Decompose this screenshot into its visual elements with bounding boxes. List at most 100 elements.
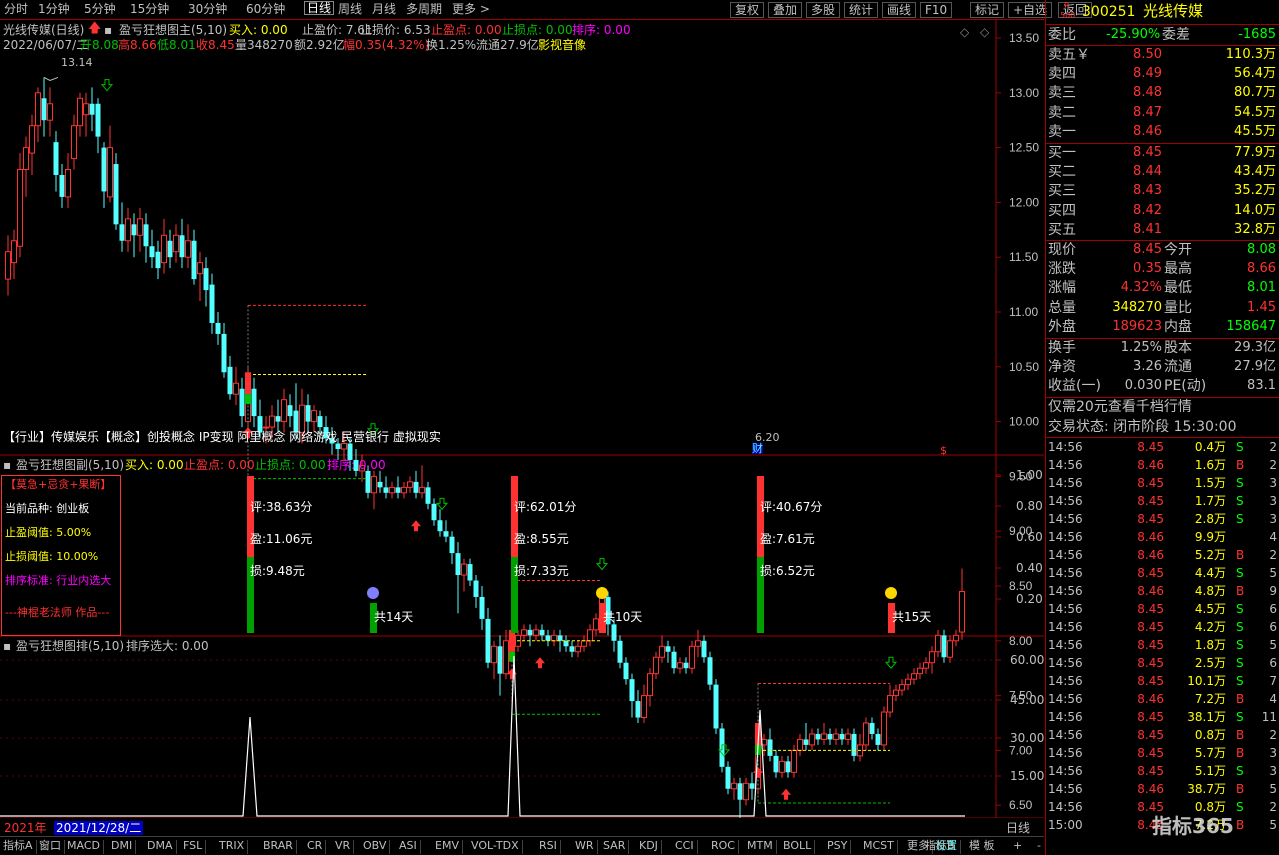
period-tab-9[interactable]: 多周期 bbox=[406, 3, 442, 15]
tick-side: B bbox=[1236, 584, 1245, 598]
sub1-axis-label: 0.60 bbox=[1016, 530, 1043, 544]
indicator-tab-4[interactable]: DMA bbox=[144, 840, 177, 854]
candle-body bbox=[671, 651, 677, 669]
period-tab-6[interactable]: 日线 bbox=[304, 1, 335, 15]
tool-button-1[interactable]: 叠加 bbox=[768, 2, 803, 18]
indicator-tab-2[interactable]: MACD bbox=[64, 840, 104, 854]
indicator-tab-1[interactable]: 窗口 bbox=[36, 840, 65, 854]
indicator-right-0[interactable]: 指标B bbox=[922, 840, 958, 851]
sub2-axis-label: 30.00 bbox=[1010, 731, 1044, 745]
sub2-settings-icon[interactable]: ▪ bbox=[3, 640, 11, 652]
candle-body bbox=[701, 640, 707, 658]
tick-count: 3 bbox=[1269, 746, 1277, 760]
period-tab-7[interactable]: 周线 bbox=[338, 3, 362, 15]
indicator-tab-8[interactable]: CR bbox=[304, 840, 327, 854]
indicator-tab-6[interactable]: TRIX bbox=[216, 840, 249, 854]
period-tab-8[interactable]: 月线 bbox=[372, 3, 396, 15]
indicator-tab-19[interactable]: ROC bbox=[708, 840, 739, 854]
candle-body bbox=[275, 416, 281, 422]
indicator-tab-13[interactable]: VOL-TDX bbox=[468, 840, 523, 854]
tick-volume: 1.7万 bbox=[1194, 494, 1226, 508]
indicator-tab-10[interactable]: OBV bbox=[360, 840, 391, 854]
indicator-tab-20[interactable]: MTM bbox=[744, 840, 777, 854]
price-axis-label: 6.50 bbox=[1009, 798, 1033, 812]
indicator-right-2[interactable]: + bbox=[1010, 840, 1025, 851]
indicator-tab-12[interactable]: EMV bbox=[432, 840, 463, 854]
high-marker-line bbox=[43, 76, 59, 82]
dollar-marker[interactable]: $ bbox=[940, 445, 947, 456]
tool-button-0[interactable]: 复权 bbox=[730, 2, 765, 18]
indicator-right-1[interactable]: 模 板 bbox=[966, 840, 998, 851]
indicator-tab-18[interactable]: CCI bbox=[672, 840, 698, 854]
promo-link[interactable]: 仅需20元查看千档行情 bbox=[1048, 400, 1192, 414]
period-tab-4[interactable]: 30分钟 bbox=[188, 3, 227, 15]
candle-body bbox=[815, 733, 821, 740]
indicator-tab-21[interactable]: BOLL bbox=[780, 840, 816, 854]
tool-button-6[interactable]: 标记 bbox=[970, 2, 1005, 18]
tick-price: 8.46 bbox=[1137, 782, 1164, 796]
candle-body bbox=[557, 635, 563, 641]
period-tab-2[interactable]: 5分钟 bbox=[84, 3, 116, 15]
tool-button-3[interactable]: 统计 bbox=[844, 2, 879, 18]
candle-body bbox=[203, 268, 209, 291]
finance-marker[interactable]: 财 bbox=[752, 443, 763, 454]
candle-body bbox=[497, 646, 503, 674]
ask-label: 卖三 bbox=[1048, 85, 1076, 102]
sub2-axis-label: 60.00 bbox=[1010, 653, 1044, 667]
tool-button-5[interactable]: F10 bbox=[920, 2, 953, 18]
candle-body bbox=[263, 426, 269, 429]
ask-volume: 56.4万 bbox=[1234, 66, 1276, 82]
indicator-tab-16[interactable]: SAR bbox=[600, 840, 630, 854]
tick-side: B bbox=[1236, 728, 1245, 742]
stat-value: 348270 bbox=[1112, 299, 1162, 315]
candle-body bbox=[11, 240, 17, 264]
stat-label: 内盘 bbox=[1164, 318, 1192, 335]
indicator-tab-3[interactable]: DMI bbox=[108, 840, 137, 854]
period-tab-1[interactable]: 1分钟 bbox=[38, 3, 70, 15]
tick-side: B bbox=[1236, 458, 1245, 472]
indicator-tab-15[interactable]: WR bbox=[572, 840, 598, 854]
tick-count: 4 bbox=[1269, 530, 1277, 544]
x-axis-period[interactable]: 日线 bbox=[1006, 822, 1030, 834]
divider bbox=[1046, 437, 1279, 438]
indicator-tab-22[interactable]: PSY bbox=[824, 840, 852, 854]
tool-button-2[interactable]: 多股 bbox=[806, 2, 841, 18]
tick-side: S bbox=[1236, 638, 1244, 652]
period-tab-0[interactable]: 分时 bbox=[4, 3, 28, 15]
tick-volume: 38.7万 bbox=[1187, 782, 1226, 796]
candle-body bbox=[653, 656, 659, 675]
price-axis-label: 12.00 bbox=[1009, 195, 1039, 209]
chart-area[interactable]: 13.50 13.00 12.50 12.00 11.50 11.00 10.50 10.00… bbox=[0, 20, 1044, 818]
candle-body bbox=[863, 722, 869, 746]
candle-body bbox=[839, 733, 845, 740]
candle-body bbox=[683, 662, 689, 669]
sub2-indicator-name[interactable]: 盈亏狂想图排(5,10) bbox=[16, 640, 124, 652]
period-tab-5[interactable]: 60分钟 bbox=[246, 3, 285, 15]
indicator-tab-23[interactable]: MCST bbox=[860, 840, 898, 854]
sub1-indicator-name[interactable]: 盈亏狂想图副(5,10) bbox=[16, 459, 124, 471]
candle-body bbox=[791, 749, 797, 773]
signal-days: 共14天 bbox=[374, 610, 413, 624]
indicator-tab-11[interactable]: ASI bbox=[396, 840, 421, 854]
indicator-tab-17[interactable]: KDJ bbox=[636, 840, 662, 854]
tool-button-4[interactable]: 画线 bbox=[882, 2, 917, 18]
bid-label: 买二 bbox=[1048, 164, 1076, 181]
tick-volume: 9.9万 bbox=[1194, 530, 1226, 544]
tick-time: 14:56 bbox=[1048, 458, 1083, 472]
sub1-settings-icon[interactable]: ▪ bbox=[3, 459, 11, 471]
tick-side: S bbox=[1236, 674, 1244, 688]
indicator-right-3[interactable]: - bbox=[1034, 840, 1044, 851]
indicator-tab-7[interactable]: BRAR bbox=[260, 840, 297, 854]
tick-time: 14:56 bbox=[1048, 584, 1083, 598]
sub2-axis-label: 15.00 bbox=[1010, 769, 1044, 783]
bid-volume: 14.0万 bbox=[1234, 202, 1276, 218]
tick-time: 14:56 bbox=[1048, 674, 1083, 688]
period-tab-3[interactable]: 15分钟 bbox=[130, 3, 169, 15]
indicator-tab-0[interactable]: 指标A bbox=[0, 840, 37, 854]
indicator-tab-14[interactable]: RSI bbox=[536, 840, 561, 854]
indicator-tab-5[interactable]: FSL bbox=[180, 840, 207, 854]
ask-volume: 45.5万 bbox=[1234, 123, 1276, 139]
candle-body bbox=[959, 590, 965, 633]
period-tab-10[interactable]: 更多 > bbox=[452, 3, 490, 15]
indicator-tab-9[interactable]: VR bbox=[332, 840, 355, 854]
